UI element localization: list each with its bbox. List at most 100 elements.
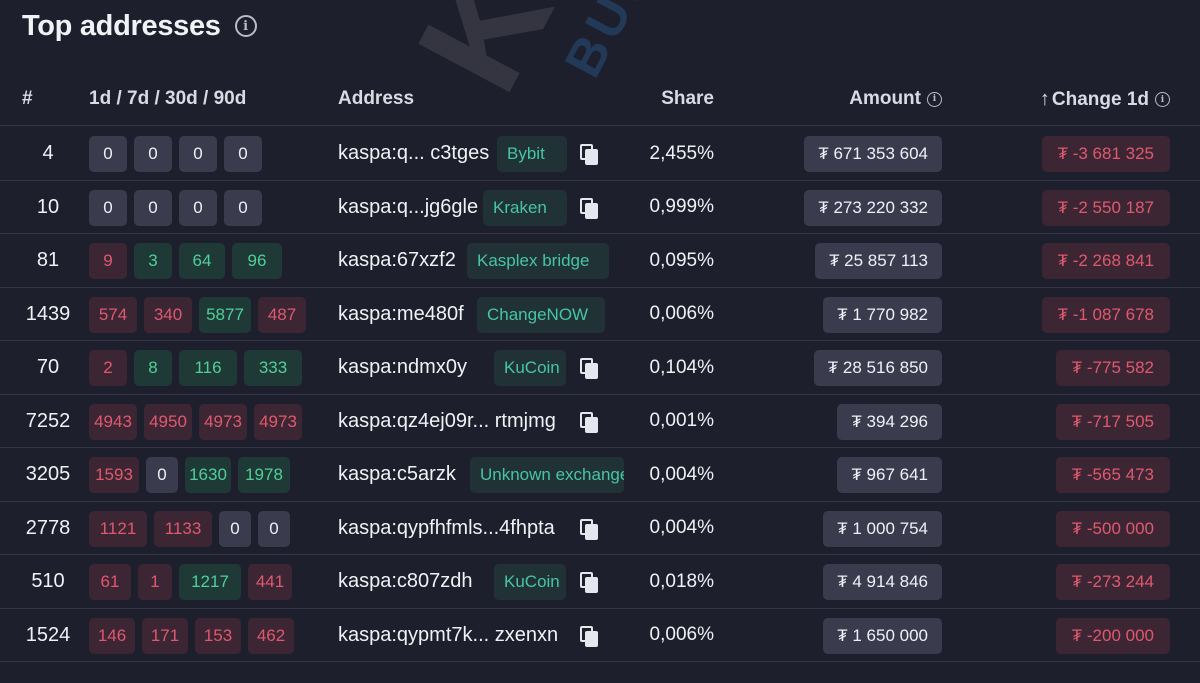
address-link[interactable]: kaspa:q... c3tges (338, 127, 489, 180)
amount-badge: ₮ 28 516 850 (813, 350, 942, 386)
address-link[interactable]: kaspa:me480f (338, 288, 464, 341)
delta-chips: 4943 4950 4973 4973 (89, 403, 302, 440)
delta-chip: 64 (179, 243, 225, 279)
delta-chip: 340 (144, 296, 192, 333)
table-row[interactable]: 81 9 3 64 96 kaspa:67xzf2 Kasplex bridge 0,095%… (0, 234, 1200, 288)
amount-badge: ₮ 25 857 113 (815, 243, 942, 279)
rank-cell: 510 (31, 570, 65, 592)
table-row[interactable]: 4 0 0 0 0 kaspa:q... c3tges Bybit 2,455% ₮ 671 3… (0, 127, 1200, 181)
delta-chip: 96 (232, 243, 282, 279)
delta-chip: 2 (89, 350, 127, 386)
table-row[interactable]: 10 0 0 0 0 kaspa:q...jg6gle Kraken 0,999% ₮ 273 … (0, 181, 1200, 234)
table-body: 4 0 0 0 0 kaspa:q... c3tges Bybit 2,455% ₮ 671 3… (0, 127, 1200, 662)
table-row[interactable]: 510 61 1 1217 441 kaspa:c807zdh KuCoin 0,018% ₮ … (0, 555, 1200, 609)
delta-chips: 1121 1133 0 0 (89, 510, 290, 547)
share-cell: 0,999% (649, 196, 714, 217)
amount-badge: ₮ 1 000 754 (823, 510, 942, 547)
change-badge: ₮ -500 000 (1055, 510, 1170, 547)
change-badge: ₮ -3 681 325 (1041, 136, 1170, 172)
column-header-amount-label: Amount (849, 88, 921, 109)
column-header-share[interactable]: Share (600, 88, 714, 110)
rank-cell: 81 (36, 249, 60, 271)
copy-icon[interactable] (580, 358, 600, 380)
delta-chip: 462 (248, 617, 294, 654)
delta-chip: 171 (142, 617, 188, 654)
exchange-tag: Kraken (483, 189, 567, 226)
change-info-icon[interactable]: i (1155, 92, 1170, 107)
delta-chips: 9 3 64 96 (89, 243, 282, 279)
address-link[interactable]: kaspa:qz4ej09r... rtmjmg (338, 395, 556, 448)
copy-icon[interactable] (580, 625, 600, 648)
address-link[interactable]: kaspa:c807zdh (338, 555, 473, 608)
address-link[interactable]: kaspa:qypfhfmls...4fhpta (338, 502, 555, 555)
delta-chips: 146 171 153 462 (89, 617, 294, 654)
column-header-amount[interactable]: Amount i (849, 88, 942, 110)
address-link[interactable]: kaspa:qypmt7k... zxenxn (338, 609, 558, 662)
change-badge: ₮ -717 505 (1055, 403, 1170, 440)
address-link[interactable]: kaspa:ndmx0y (338, 341, 467, 394)
delta-chip: 1 (138, 564, 172, 600)
copy-icon[interactable] (580, 144, 600, 166)
amount-badge: ₮ 1 770 982 (823, 296, 942, 333)
share-cell: 0,095% (649, 249, 714, 271)
sort-arrow-up-icon: ↑ (1039, 88, 1050, 110)
rank-cell: 4 (42, 142, 54, 164)
delta-chips: 574 340 5877 487 (89, 296, 306, 333)
table-row[interactable]: 1524 146 171 153 462 kaspa:qypmt7k... zxenxn 0… (0, 609, 1200, 662)
table-row[interactable]: 7252 4943 4950 4973 4973 kaspa:qz4ej09r... rt… (0, 395, 1200, 448)
share-cell: 0,006% (649, 303, 714, 324)
delta-chips: 0000 (89, 189, 262, 226)
delta-chip: 0 (224, 136, 262, 172)
table-row[interactable]: 2778 1121 1133 0 0 kaspa:qypfhfmls...4fhpta 0,… (0, 502, 1200, 555)
exchange-tag: KuCoin (494, 350, 566, 386)
column-header-change[interactable]: ↑ Change 1d i (1040, 88, 1170, 111)
delta-chip: 0 (179, 189, 217, 226)
copy-icon[interactable] (580, 572, 600, 594)
table-row[interactable]: 70 2 8 116 333 kaspa:ndmx0y KuCoin 0,104% ₮ 28 5… (0, 341, 1200, 395)
copy-icon[interactable] (580, 411, 600, 434)
change-badge: ₮ -2 268 841 (1041, 243, 1170, 279)
delta-chip: 333 (244, 350, 302, 386)
amount-badge: ₮ 273 220 332 (804, 189, 942, 226)
address-link[interactable]: kaspa:67xzf2 (338, 234, 456, 287)
delta-chip: 0 (179, 136, 217, 172)
table-row[interactable]: 1439 574 340 5877 487 kaspa:me480f ChangeNOW 0,… (0, 288, 1200, 341)
change-badge: ₮ -2 550 187 (1041, 189, 1170, 226)
table-row[interactable]: 3205 1593 0 1630 1978 kaspa:c5arzk Unknown exc… (0, 448, 1200, 502)
column-header-rank[interactable]: # (22, 88, 33, 110)
change-badge: ₮ -200 000 (1055, 617, 1170, 654)
amount-badge: ₮ 671 353 604 (804, 136, 942, 172)
delta-chips: 2 8 116 333 (89, 350, 302, 386)
delta-chip: 1630 (185, 457, 231, 493)
rank-cell: 2778 (25, 516, 71, 539)
amount-info-icon[interactable]: i (927, 91, 942, 107)
delta-chip: 153 (195, 617, 241, 654)
change-badge: ₮ -775 582 (1055, 350, 1170, 386)
info-icon[interactable]: i (234, 15, 257, 37)
delta-chip: 1133 (154, 510, 212, 547)
delta-chip: 0 (89, 136, 127, 172)
delta-chip: 4973 (254, 403, 302, 440)
column-header-deltas[interactable]: 1d / 7d / 30d / 90d (89, 88, 246, 110)
delta-chip: 0 (89, 189, 127, 226)
delta-chip: 3 (134, 243, 172, 279)
amount-badge: ₮ 4 914 846 (823, 564, 942, 600)
copy-icon[interactable] (580, 197, 600, 220)
copy-icon[interactable] (580, 518, 600, 541)
delta-chip: 574 (89, 296, 137, 333)
delta-chip: 0 (134, 189, 172, 226)
exchange-tag: Kasplex bridge (467, 243, 609, 279)
address-link[interactable]: kaspa:q...jg6gle (338, 181, 478, 234)
delta-chips: 0000 (89, 136, 262, 172)
delta-chip: 4973 (199, 403, 247, 440)
delta-chip: 146 (89, 617, 135, 654)
delta-chip: 5877 (199, 296, 251, 333)
exchange-tag: Bybit (497, 136, 567, 172)
amount-badge: ₮ 967 641 (837, 457, 942, 493)
rank-cell: 70 (36, 356, 60, 378)
rank-cell: 7252 (25, 409, 71, 432)
change-badge: ₮ -565 473 (1055, 457, 1170, 493)
column-header-address[interactable]: Address (338, 88, 414, 110)
address-link[interactable]: kaspa:c5arzk (338, 448, 456, 501)
column-header-change-label: Change 1d (1051, 88, 1149, 110)
